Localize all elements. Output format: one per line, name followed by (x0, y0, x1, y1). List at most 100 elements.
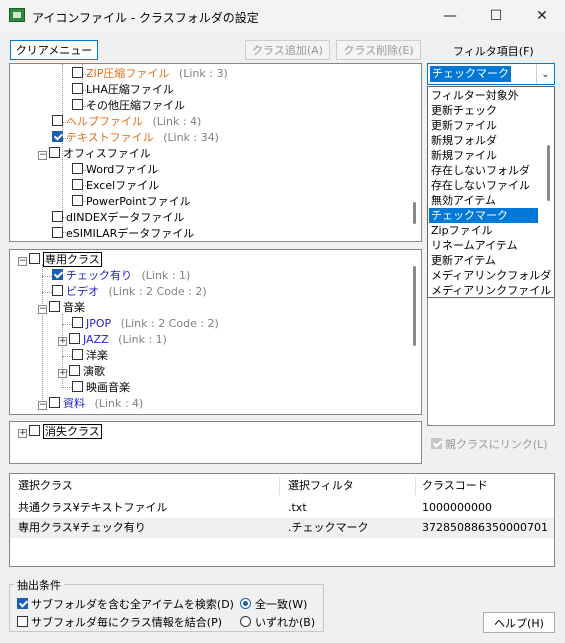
table-row[interactable]: 専用クラス¥チェック有り .チェックマーク 372850886350000701 (10, 518, 554, 538)
maximize-button[interactable]: ☐ (473, 0, 519, 32)
chevron-down-icon[interactable]: ⌄ (536, 64, 554, 84)
checkbox[interactable] (72, 163, 83, 174)
checkbox[interactable] (52, 227, 63, 238)
tree-item-jpop[interactable]: JPOP (Link : 2 Code : 2) (72, 316, 219, 332)
tree-item-video[interactable]: ビデオ (Link : 2 Code : 2) (52, 284, 207, 300)
tree-item-music[interactable]: − 音楽 (38, 300, 85, 316)
match-all-radio[interactable]: 全一致(W) (240, 596, 307, 612)
tree-item-dedicated-class[interactable]: − 専用クラス (18, 252, 102, 268)
tree-item-lost-class[interactable]: + 消失クラス (18, 424, 102, 440)
checkbox-checked[interactable] (431, 438, 442, 449)
search-all-label: サブフォルダを含む全アイテムを検索(D) (31, 598, 234, 611)
tree-item-label: JAZZ (83, 333, 109, 346)
tree-item-movie-music[interactable]: 映画音楽 (72, 380, 130, 396)
filter-option[interactable]: 無効アイテム (429, 193, 538, 208)
tree-item-documents[interactable]: − 資料 (Link : 4) (38, 396, 143, 412)
filter-option[interactable]: チェックマーク (429, 208, 538, 223)
checkbox[interactable] (29, 425, 40, 436)
tree-item-enka[interactable]: + 演歌 (58, 364, 105, 380)
tree-item-lha[interactable]: LHA圧縮ファイル (72, 82, 174, 98)
add-class-button[interactable]: クラス追加(A) (245, 40, 330, 60)
filter-dropdown-list[interactable]: フィルター対象外 更新チェック 更新ファイル 新規フォルダ 新規ファイル 存在しないフォル… (427, 86, 555, 298)
tree-item-zip[interactable]: ZIP圧縮ファイル (Link : 3) (72, 66, 228, 82)
checkbox[interactable] (29, 253, 40, 264)
checkbox[interactable] (72, 381, 83, 392)
help-button[interactable]: ヘルプ(H) (483, 612, 555, 633)
checkbox[interactable] (49, 147, 60, 158)
tree-item-western[interactable]: 洋楽 (72, 348, 108, 364)
tree-item-office[interactable]: − オフィスファイル (38, 146, 151, 162)
tree-item-excel[interactable]: Excelファイル (72, 178, 159, 194)
checkbox[interactable] (49, 301, 60, 312)
selection-table[interactable]: 選択クラス 選択フィルタ クラスコード 共通クラス¥テキストファイル .txt … (9, 473, 555, 567)
collapse-icon[interactable]: − (38, 401, 47, 410)
column-header[interactable]: 選択フィルタ (288, 476, 354, 496)
tree-item-esimilar[interactable]: eSIMILARデータファイル (52, 226, 194, 241)
tree-item-label: チェック有り (66, 269, 132, 282)
checkbox[interactable] (72, 317, 83, 328)
table-row[interactable]: 共通クラス¥テキストファイル .txt 1000000000 (10, 498, 554, 518)
checkbox[interactable] (72, 349, 83, 360)
checkbox[interactable] (72, 179, 83, 190)
filter-option[interactable]: 存在しないファイル (429, 178, 538, 193)
tree-item-checked[interactable]: チェック有り (Link : 1) (52, 268, 190, 284)
filter-option[interactable]: 更新ファイル (429, 118, 538, 133)
expand-icon[interactable]: + (58, 369, 67, 378)
delete-class-button[interactable]: クラス削除(E) (336, 40, 421, 60)
parent-link-checkbox[interactable]: 親クラスにリンク(L) (431, 436, 548, 452)
close-button[interactable]: ✕ (519, 0, 565, 32)
checkbox[interactable] (72, 195, 83, 206)
filter-option[interactable]: メディアリンクフォルダ (429, 268, 551, 283)
checkbox[interactable] (52, 115, 63, 126)
checkbox-checked[interactable] (52, 269, 63, 280)
filter-option[interactable]: Zipファイル (429, 223, 538, 238)
column-header[interactable]: 選択クラス (18, 476, 73, 496)
match-any-radio[interactable]: いずれか(B) (240, 614, 315, 630)
expand-icon[interactable]: + (58, 337, 67, 346)
checkbox[interactable] (69, 333, 80, 344)
filter-option[interactable]: 更新チェック (429, 103, 538, 118)
tree-item-other-archive[interactable]: その他圧縮ファイル (72, 98, 185, 114)
scrollbar-thumb[interactable] (547, 145, 550, 201)
radio-selected[interactable] (240, 598, 251, 609)
filter-option[interactable]: 存在しないフォルダ (429, 163, 538, 178)
radio[interactable] (240, 616, 251, 627)
lost-class-tree[interactable]: + 消失クラス (9, 421, 422, 464)
filter-option[interactable]: リネームアイテム (429, 238, 538, 253)
filter-option[interactable]: 更新アイテム (429, 253, 538, 268)
scrollbar-thumb[interactable] (413, 266, 416, 346)
checkbox[interactable] (72, 83, 83, 94)
tree-item-text[interactable]: テキストファイル (Link : 34) (52, 130, 219, 146)
checkbox[interactable] (17, 616, 28, 627)
collapse-icon[interactable]: − (38, 305, 47, 314)
search-all-checkbox[interactable]: サブフォルダを含む全アイテムを検索(D) (17, 596, 234, 612)
checkbox[interactable] (52, 285, 63, 296)
checkbox[interactable] (72, 67, 83, 78)
tree-item-jazz[interactable]: + JAZZ (Link : 1) (58, 332, 167, 348)
filter-option[interactable]: 新規フォルダ (429, 133, 538, 148)
checkbox[interactable] (72, 99, 83, 110)
filter-combobox[interactable]: チェックマーク ⌄ (427, 63, 555, 85)
tree-item-dindex[interactable]: dINDEXデータファイル (52, 210, 184, 226)
tree-item-powerpoint[interactable]: PowerPointファイル (72, 194, 191, 210)
checkbox[interactable] (52, 211, 63, 222)
checkbox-checked[interactable] (52, 131, 63, 142)
merge-class-checkbox[interactable]: サブフォルダ毎にクラス情報を結合(P) (17, 614, 222, 630)
checkbox-checked[interactable] (17, 598, 28, 609)
clear-menu-button[interactable]: クリアメニュー (10, 40, 98, 60)
tree-item-help[interactable]: ヘルプファイル (Link : 4) (52, 114, 201, 130)
collapse-icon[interactable]: − (18, 257, 27, 266)
filter-option[interactable]: メディアリンクファイル (429, 283, 551, 298)
minimize-button[interactable]: — (427, 0, 473, 32)
checkbox[interactable] (69, 365, 80, 376)
tree-item-word[interactable]: Wordファイル (72, 162, 158, 178)
expand-icon[interactable]: + (18, 429, 27, 438)
common-class-tree[interactable]: ZIP圧縮ファイル (Link : 3) LHA圧縮ファイル その他圧縮ファイル… (9, 63, 422, 242)
filter-option[interactable]: フィルター対象外 (429, 88, 538, 103)
filter-option[interactable]: 新規ファイル (429, 148, 538, 163)
checkbox[interactable] (49, 397, 60, 408)
collapse-icon[interactable]: − (38, 151, 47, 160)
dedicated-class-tree[interactable]: − 専用クラス チェック有り (Link : 1) ビデオ (Link : 2 C… (9, 249, 422, 415)
column-header[interactable]: クラスコード (422, 476, 488, 496)
scrollbar-thumb[interactable] (413, 202, 416, 224)
